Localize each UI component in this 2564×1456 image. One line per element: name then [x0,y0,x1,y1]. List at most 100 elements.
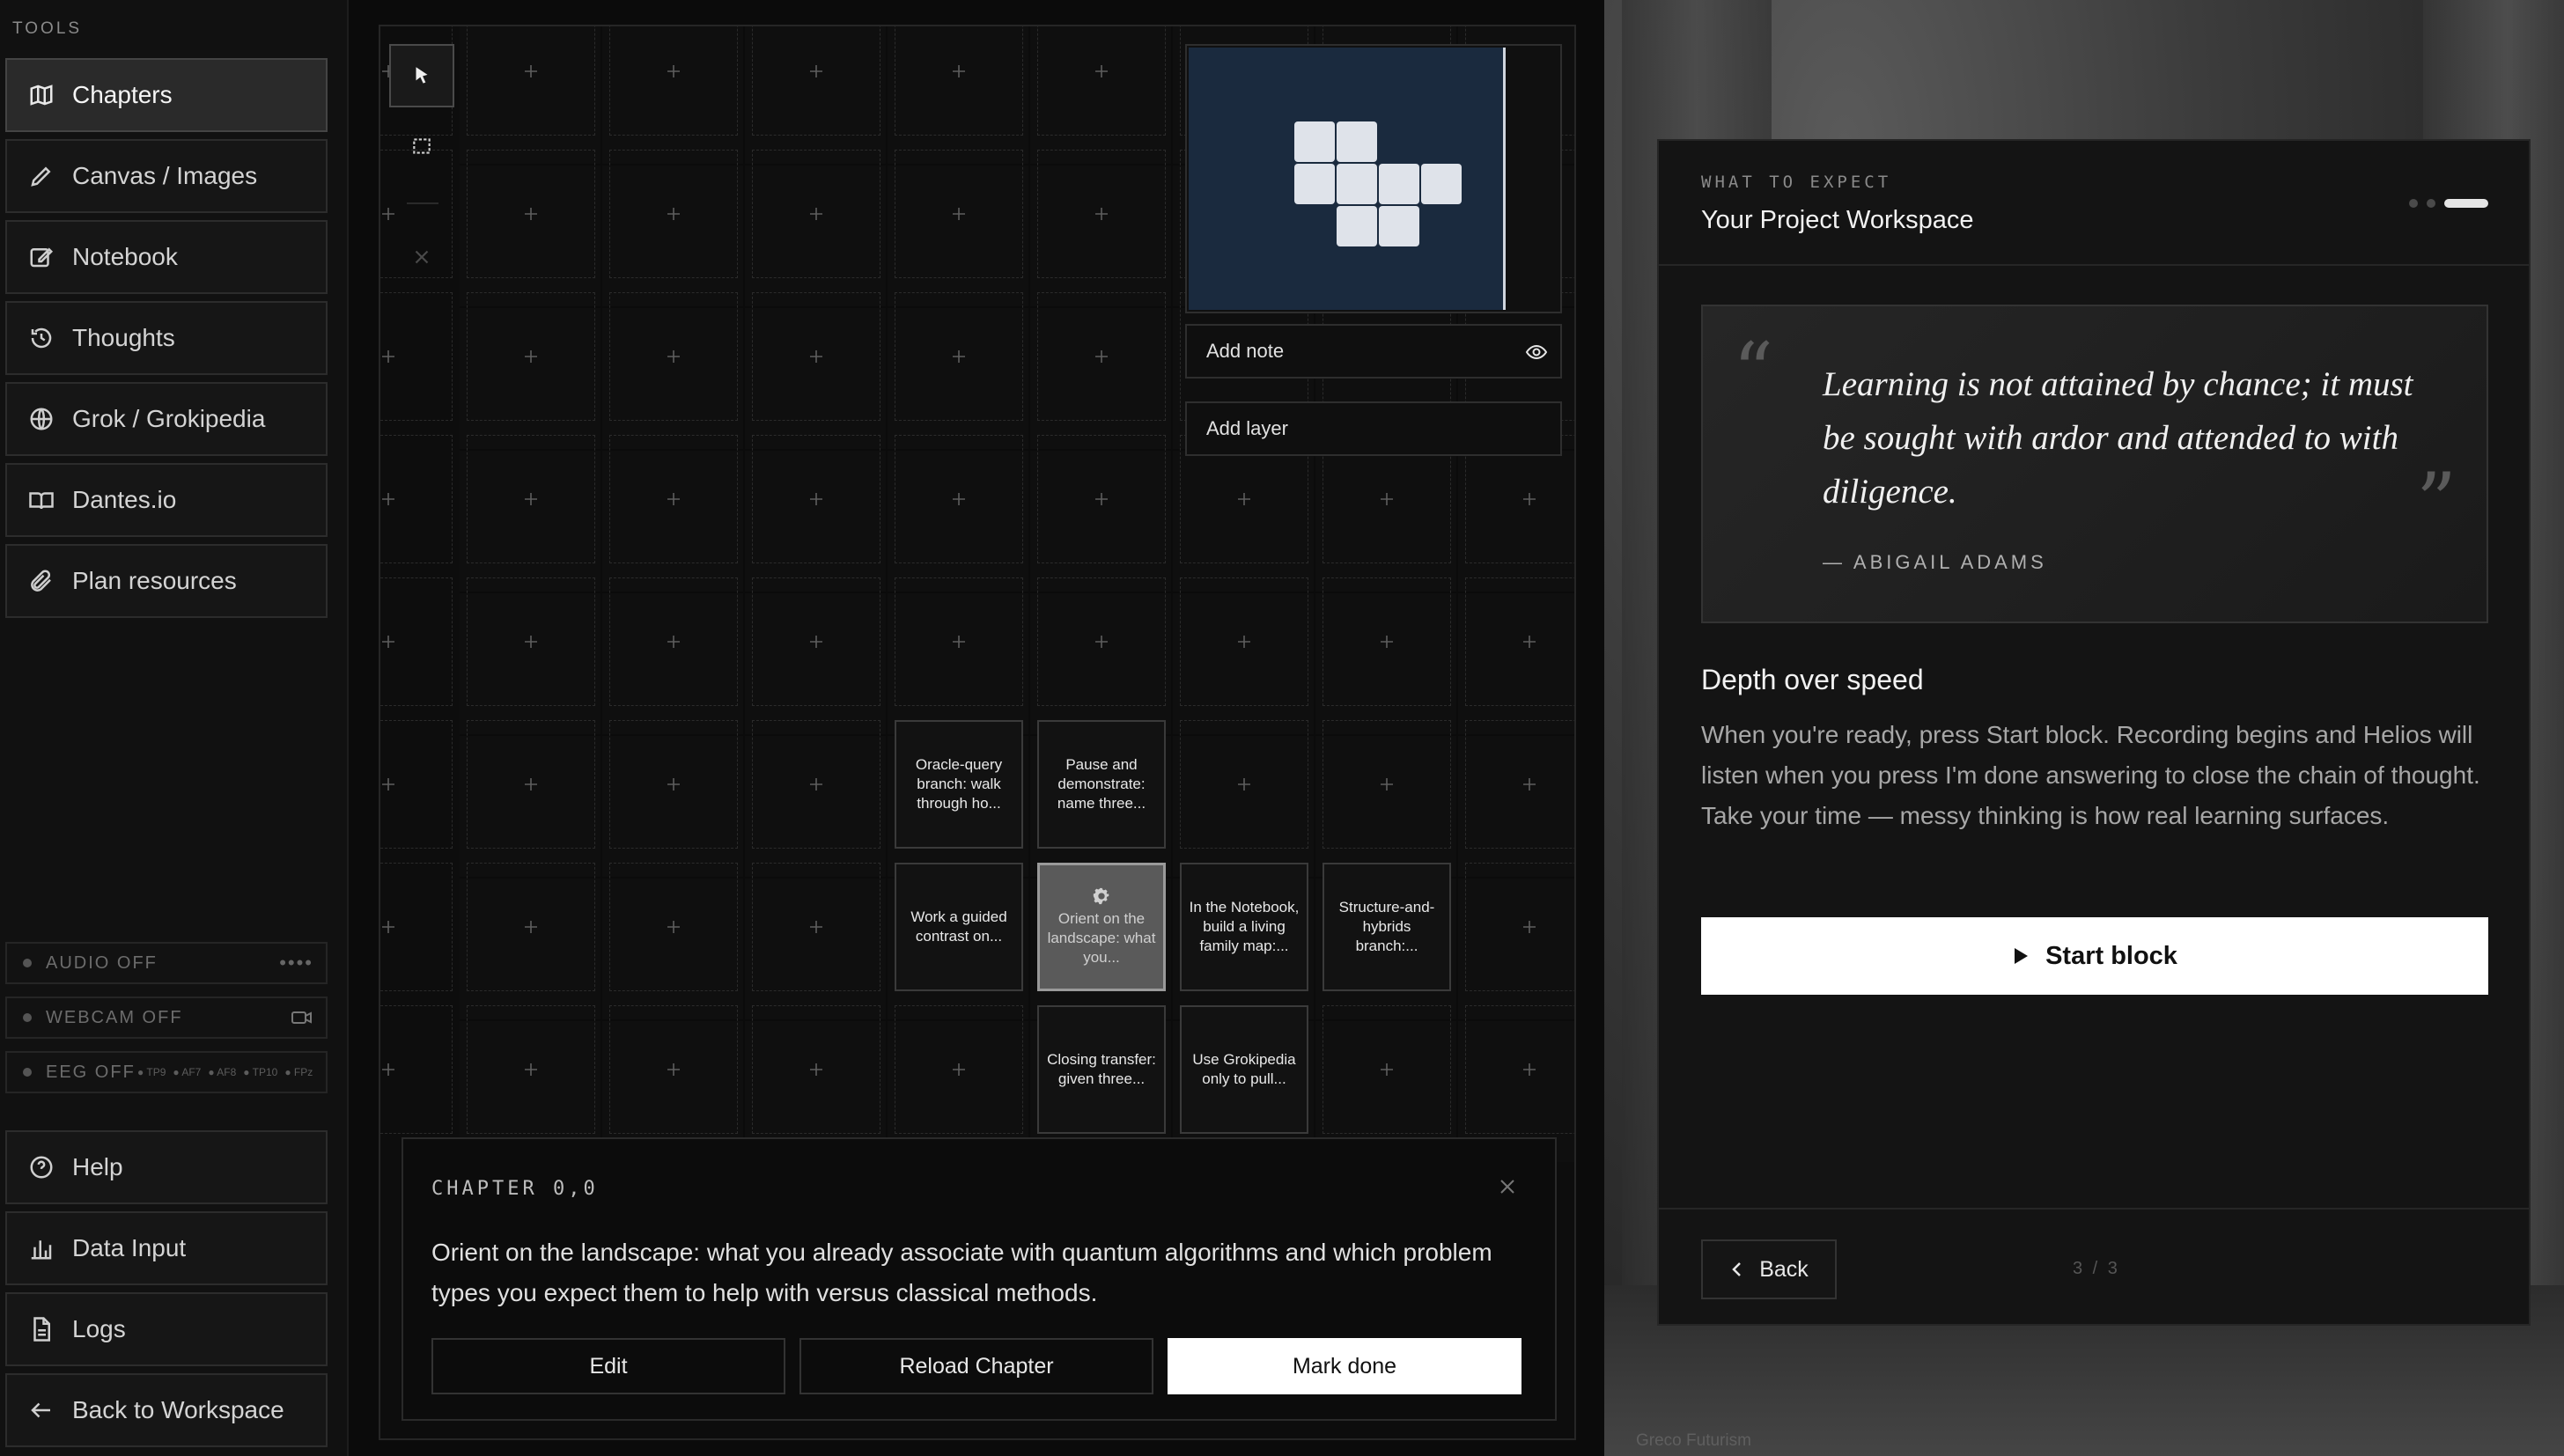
empty-cell-add[interactable] [380,577,453,706]
edit-button[interactable]: Edit [431,1338,785,1394]
empty-cell-add[interactable] [752,1005,880,1134]
empty-cell-add[interactable] [1323,1005,1451,1134]
nav-thoughts[interactable]: Thoughts [5,301,328,375]
empty-cell-add[interactable] [380,1005,453,1134]
plus-icon [810,493,822,505]
chapter-node-selected[interactable]: Orient on the landscape: what you... [1037,863,1166,991]
delete-tool[interactable] [389,225,454,289]
nav-chapters[interactable]: Chapters [5,58,328,132]
chapter-node[interactable]: Closing transfer: given three... [1037,1005,1166,1134]
empty-cell-add[interactable] [1323,577,1451,706]
empty-cell-add[interactable] [895,150,1023,278]
audio-toggle[interactable]: AUDIO OFF •••• [5,942,328,984]
close-icon[interactable] [1497,1176,1518,1197]
webcam-toggle[interactable]: WEBCAM OFF [5,996,328,1039]
chapter-node[interactable]: In the Notebook, build a living family m… [1180,863,1308,991]
select-tool[interactable] [389,44,454,107]
empty-cell-add[interactable] [752,863,880,991]
empty-cell-add[interactable] [752,292,880,421]
empty-cell-add[interactable] [609,720,738,849]
empty-cell-add[interactable] [752,150,880,278]
open-quote-icon: “ [1733,326,1774,418]
marquee-tool[interactable] [389,114,454,178]
empty-cell-add[interactable] [895,1005,1023,1134]
empty-cell-add[interactable] [895,26,1023,136]
history-icon [31,327,52,349]
empty-cell-add[interactable] [467,1005,595,1134]
empty-cell-add[interactable] [1465,863,1574,991]
empty-cell-add[interactable] [895,577,1023,706]
plus-icon [525,493,537,505]
empty-cell-add[interactable] [752,577,880,706]
empty-cell-add[interactable] [1180,577,1308,706]
empty-cell-add[interactable] [380,292,453,421]
empty-cell-add[interactable] [609,577,738,706]
chapter-node[interactable]: Pause and demonstrate: name three... [1037,720,1166,849]
empty-cell-add[interactable] [895,435,1023,563]
empty-cell-add[interactable] [609,150,738,278]
nav-data-input[interactable]: Data Input [5,1211,328,1285]
nav-dantes-io[interactable]: Dantes.io [5,463,328,537]
mark-done-button[interactable]: Mark done [1168,1338,1521,1394]
empty-cell-add[interactable] [609,1005,738,1134]
empty-cell-add[interactable] [752,435,880,563]
back-button[interactable]: Back [1701,1239,1837,1299]
nav-label: Data Input [72,1234,187,1261]
eeg-toggle[interactable]: EEG OFF ● TP9 ● AF7 ● AF8 ● TP10 ● FPz [5,1051,328,1093]
add-note-button[interactable]: Add note [1185,324,1562,379]
empty-cell-add[interactable] [752,720,880,849]
empty-cell-add[interactable] [467,435,595,563]
minimap-viewport[interactable] [1189,48,1506,310]
start-block-button[interactable]: Start block [1701,917,2488,995]
nav-notebook[interactable]: Notebook [5,220,328,294]
plus-icon [382,493,394,505]
empty-cell-add[interactable] [467,577,595,706]
empty-cell-add[interactable] [1465,577,1574,706]
empty-cell-add[interactable] [609,435,738,563]
quote-author: — ABIGAIL ADAMS [1823,551,2047,573]
chapter-node[interactable]: Structure-and-hybrids branch:... [1323,863,1451,991]
nav-plan-resources[interactable]: Plan resources [5,544,328,618]
nav-logs[interactable]: Logs [5,1292,328,1366]
audio-status: AUDIO OFF [46,952,158,973]
empty-cell-add[interactable] [1465,720,1574,849]
empty-cell-add[interactable] [467,863,595,991]
plus-icon [667,208,680,220]
add-layer-label: Add layer [1206,417,1288,439]
empty-cell-add[interactable] [1323,720,1451,849]
empty-cell-add[interactable] [1180,720,1308,849]
plus-icon [810,778,822,791]
eye-icon[interactable] [1525,342,1548,362]
chapter-node[interactable]: Work a guided contrast on... [895,863,1023,991]
plus-icon [810,208,822,220]
empty-cell-add[interactable] [609,863,738,991]
nav-back-to-workspace[interactable]: Back to Workspace [5,1373,328,1447]
empty-cell-add[interactable] [1037,577,1166,706]
empty-cell-add[interactable] [467,720,595,849]
empty-cell-add[interactable] [1037,292,1166,421]
add-note-label: Add note [1206,340,1285,362]
nav-grok-grokipedia[interactable]: Grok / Grokipedia [5,382,328,456]
empty-cell-add[interactable] [380,435,453,563]
empty-cell-add[interactable] [1037,150,1166,278]
reload-chapter-button[interactable]: Reload Chapter [799,1338,1153,1394]
empty-cell-add[interactable] [467,292,595,421]
empty-cell-add[interactable] [752,26,880,136]
nav-help[interactable]: Help [5,1130,328,1204]
empty-cell-add[interactable] [609,26,738,136]
empty-cell-add[interactable] [467,150,595,278]
nav-canvas-images[interactable]: Canvas / Images [5,139,328,213]
empty-cell-add[interactable] [467,26,595,136]
empty-cell-add[interactable] [895,292,1023,421]
minimap[interactable] [1185,44,1562,313]
empty-cell-add[interactable] [380,863,453,991]
empty-cell-add[interactable] [380,720,453,849]
chapter-node[interactable]: Oracle-query branch: walk through ho... [895,720,1023,849]
empty-cell-add[interactable] [1465,1005,1574,1134]
empty-cell-add[interactable] [1037,26,1166,136]
empty-cell-add[interactable] [1037,435,1166,563]
empty-cell-add[interactable] [609,292,738,421]
chapter-node[interactable]: Use Grokipedia only to pull... [1180,1005,1308,1134]
minimap-node [1421,164,1462,204]
add-layer-button[interactable]: Add layer [1185,401,1562,456]
